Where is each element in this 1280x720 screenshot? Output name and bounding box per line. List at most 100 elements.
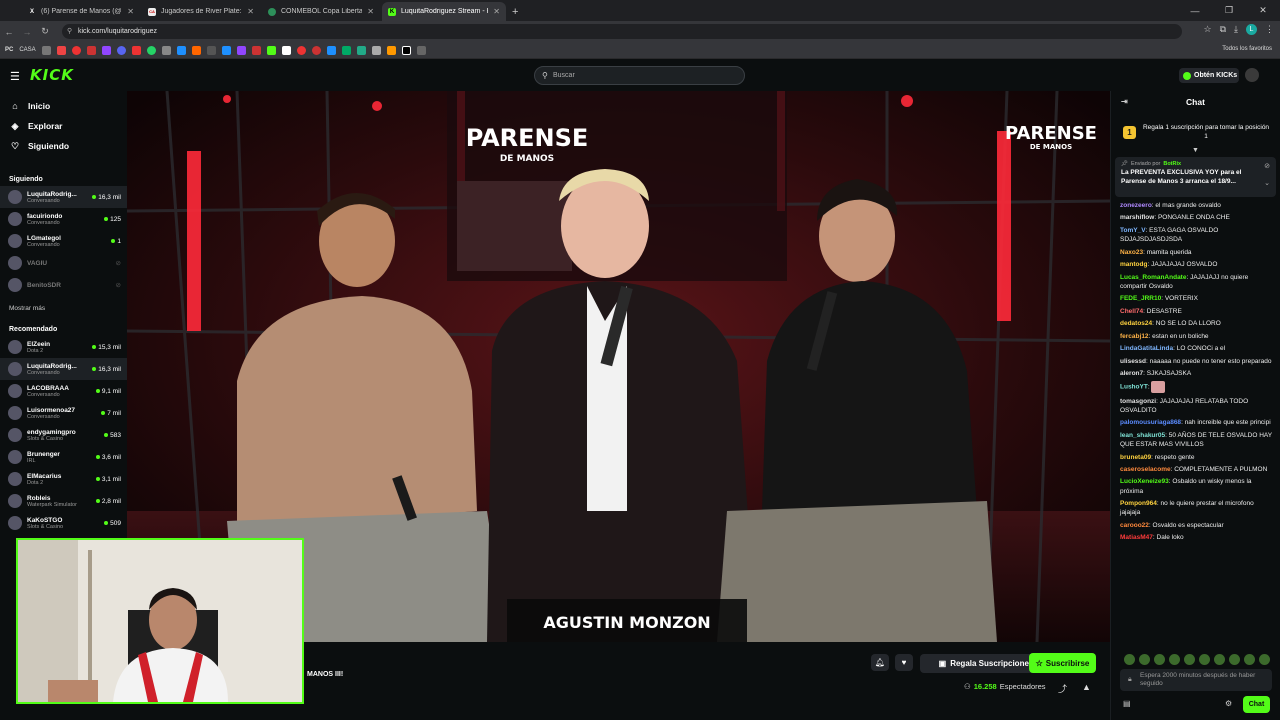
chat-username[interactable]: dedatos24 bbox=[1120, 320, 1152, 327]
chat-username[interactable]: tomasgonzi bbox=[1120, 398, 1156, 405]
back-icon[interactable]: ← bbox=[0, 27, 18, 37]
bookmark-icon[interactable] bbox=[251, 45, 261, 55]
pc-bookmark-icon[interactable]: PC bbox=[5, 47, 13, 53]
recommended-channel-item[interactable]: endygamingpro Slots & Casino 583 bbox=[0, 424, 127, 446]
chat-username[interactable]: Chell74 bbox=[1120, 308, 1143, 315]
nav-home[interactable]: ⌂ Inicio bbox=[0, 96, 127, 116]
recommended-channel-item[interactable]: Luisormenoa27 Conversando 7 mil bbox=[0, 402, 127, 424]
unpin-icon[interactable]: ⊘ bbox=[1264, 162, 1270, 170]
chat-username[interactable]: zonezeero bbox=[1120, 202, 1152, 209]
minimize-icon[interactable]: — bbox=[1178, 0, 1212, 21]
all-favorites-folder[interactable]: Todos los favoritos bbox=[1222, 46, 1272, 52]
bookmark-icon[interactable] bbox=[401, 45, 411, 55]
maximize-icon[interactable]: ❐ bbox=[1212, 0, 1246, 21]
browser-tab-active[interactable]: K LuquitaRodriguez Stream - Kick ✕ bbox=[382, 2, 506, 21]
bookmark-icon[interactable] bbox=[191, 45, 201, 55]
kick-logo[interactable]: KICK bbox=[30, 66, 74, 84]
chat-username[interactable]: FEDE_JRR10 bbox=[1120, 295, 1161, 302]
chat-username[interactable]: carooo22 bbox=[1120, 522, 1149, 529]
bookmark-icon[interactable] bbox=[326, 45, 336, 55]
bookmark-icon[interactable] bbox=[281, 45, 291, 55]
subscribe-button[interactable]: ☆ Suscribirse bbox=[1029, 653, 1096, 673]
bookmark-icon[interactable] bbox=[41, 45, 51, 55]
chat-send-button[interactable]: Chat bbox=[1243, 696, 1270, 713]
bookmark-icon[interactable] bbox=[101, 45, 111, 55]
chat-tools-icon[interactable]: ▤ bbox=[1123, 699, 1131, 708]
bookmark-icon[interactable] bbox=[161, 45, 171, 55]
recommended-channel-item[interactable]: ElZeein Dota 2 15,3 mil bbox=[0, 336, 127, 358]
bookmark-icon[interactable] bbox=[56, 45, 66, 55]
emote-icon[interactable] bbox=[1139, 654, 1150, 665]
bookmark-icon[interactable] bbox=[341, 45, 351, 55]
following-channel-item[interactable]: facuiriondo Conversando 125 bbox=[0, 208, 127, 230]
close-window-icon[interactable]: ✕ bbox=[1246, 0, 1280, 21]
chat-username[interactable]: palomousuriaga868 bbox=[1120, 419, 1181, 426]
chat-username[interactable]: mantodg bbox=[1120, 261, 1147, 268]
close-tab-icon[interactable]: ✕ bbox=[247, 7, 254, 16]
bookmark-icon[interactable] bbox=[131, 45, 141, 55]
emote-icon[interactable] bbox=[1154, 654, 1165, 665]
recommended-channel-item[interactable]: Robleis Waterpark Simulator 2,8 mil bbox=[0, 490, 127, 512]
bookmark-icon[interactable] bbox=[116, 45, 126, 55]
emote-icon[interactable] bbox=[1259, 654, 1270, 665]
bookmark-icon[interactable] bbox=[146, 45, 156, 55]
recommended-channel-item[interactable]: LuquitaRodrig... Conversando 16,3 mil bbox=[0, 358, 127, 380]
nav-explore[interactable]: ◈ Explorar bbox=[0, 116, 127, 136]
emote-icon[interactable] bbox=[1214, 654, 1225, 665]
downloads-icon[interactable]: ⤓ bbox=[1234, 24, 1238, 35]
bookmark-icon[interactable] bbox=[86, 45, 96, 55]
expand-arrow-icon[interactable]: ▼ bbox=[1111, 147, 1280, 157]
following-channel-item[interactable]: BenitoSDR ⊘ bbox=[0, 274, 127, 296]
collapse-chat-icon[interactable]: ⇥ bbox=[1121, 97, 1128, 106]
emote-icon[interactable] bbox=[1244, 654, 1255, 665]
bookmark-icon[interactable] bbox=[416, 45, 426, 55]
follow-heart-button[interactable]: ♥ bbox=[895, 654, 913, 671]
extensions-icon[interactable]: ⧉ bbox=[1220, 24, 1226, 35]
bookmark-icon[interactable] bbox=[371, 45, 381, 55]
chat-username[interactable]: LushoYT bbox=[1120, 384, 1148, 391]
chat-username[interactable]: LucioXeneize93 bbox=[1120, 478, 1169, 485]
bookmark-icon[interactable] bbox=[176, 45, 186, 55]
notifications-bell-button[interactable]: 🔔︎ bbox=[871, 654, 889, 671]
browser-tab[interactable]: X (6) Parense de Manos (@Parense ✕ bbox=[22, 2, 140, 21]
chat-username[interactable]: Lucas_RomanAndate bbox=[1120, 274, 1186, 281]
bookmark-icon[interactable] bbox=[356, 45, 366, 55]
recommended-channel-item[interactable]: Brunenger IRL 3,6 mil bbox=[0, 446, 127, 468]
bookmark-icon[interactable] bbox=[311, 45, 321, 55]
following-channel-item[interactable]: LuquitaRodrig... Conversando 16,3 mil bbox=[0, 186, 127, 208]
emote-icon[interactable] bbox=[1199, 654, 1210, 665]
bookmark-casa[interactable]: CASA bbox=[19, 47, 35, 53]
bookmark-icon[interactable] bbox=[236, 45, 246, 55]
chat-username[interactable]: bruneta09 bbox=[1120, 454, 1151, 461]
chat-input[interactable]: 🔒︎ Espera 2000 minutos después de haber … bbox=[1120, 669, 1272, 691]
bookmark-icon[interactable] bbox=[206, 45, 216, 55]
bookmark-icon[interactable] bbox=[221, 45, 231, 55]
recommended-channel-item[interactable]: LACOBRAAA Conversando 9,1 mil bbox=[0, 380, 127, 402]
show-more-link[interactable]: Mostrar más bbox=[0, 300, 127, 316]
site-info-icon[interactable]: ⚲ bbox=[67, 27, 72, 35]
gift-leaderboard-banner[interactable]: 1 Regala 1 suscripción para tomar la pos… bbox=[1111, 117, 1280, 147]
bookmark-icon[interactable] bbox=[266, 45, 276, 55]
chat-username[interactable]: Naxo23 bbox=[1120, 249, 1143, 256]
forward-icon[interactable]: → bbox=[18, 27, 36, 37]
pinned-message[interactable]: 📌︎ Enviado por BotRix La PREVENTA EXCLUS… bbox=[1115, 157, 1276, 197]
following-channel-item[interactable]: LGmategol Conversando 1 bbox=[0, 230, 127, 252]
new-tab-icon[interactable]: + bbox=[512, 2, 518, 21]
chat-username[interactable]: Pompon964 bbox=[1120, 500, 1157, 507]
chat-username[interactable]: ulisessd bbox=[1120, 358, 1146, 365]
chat-username[interactable]: marshiflow bbox=[1120, 214, 1154, 221]
close-tab-icon[interactable]: ✕ bbox=[367, 7, 374, 16]
bookmark-star-icon[interactable]: ☆ bbox=[1204, 24, 1212, 35]
search-input[interactable]: ⚲ Buscar bbox=[534, 66, 745, 85]
bookmark-icon[interactable] bbox=[386, 45, 396, 55]
browser-tab[interactable]: CONMEBOL Copa Libertadores ✕ bbox=[262, 2, 380, 21]
nav-following[interactable]: ♡ Siguiendo bbox=[0, 136, 127, 156]
close-tab-icon[interactable]: ✕ bbox=[493, 7, 500, 16]
recommended-channel-item[interactable]: KaKoSTGO Slots & Casino 509 bbox=[0, 512, 127, 534]
emote-icon[interactable] bbox=[1229, 654, 1240, 665]
reload-icon[interactable]: ↻ bbox=[36, 26, 54, 37]
emote-icon[interactable] bbox=[1184, 654, 1195, 665]
chevron-down-icon[interactable]: ⌄ bbox=[1264, 179, 1270, 187]
chat-username[interactable]: aleron7 bbox=[1120, 370, 1143, 377]
bookmark-icon[interactable] bbox=[296, 45, 306, 55]
